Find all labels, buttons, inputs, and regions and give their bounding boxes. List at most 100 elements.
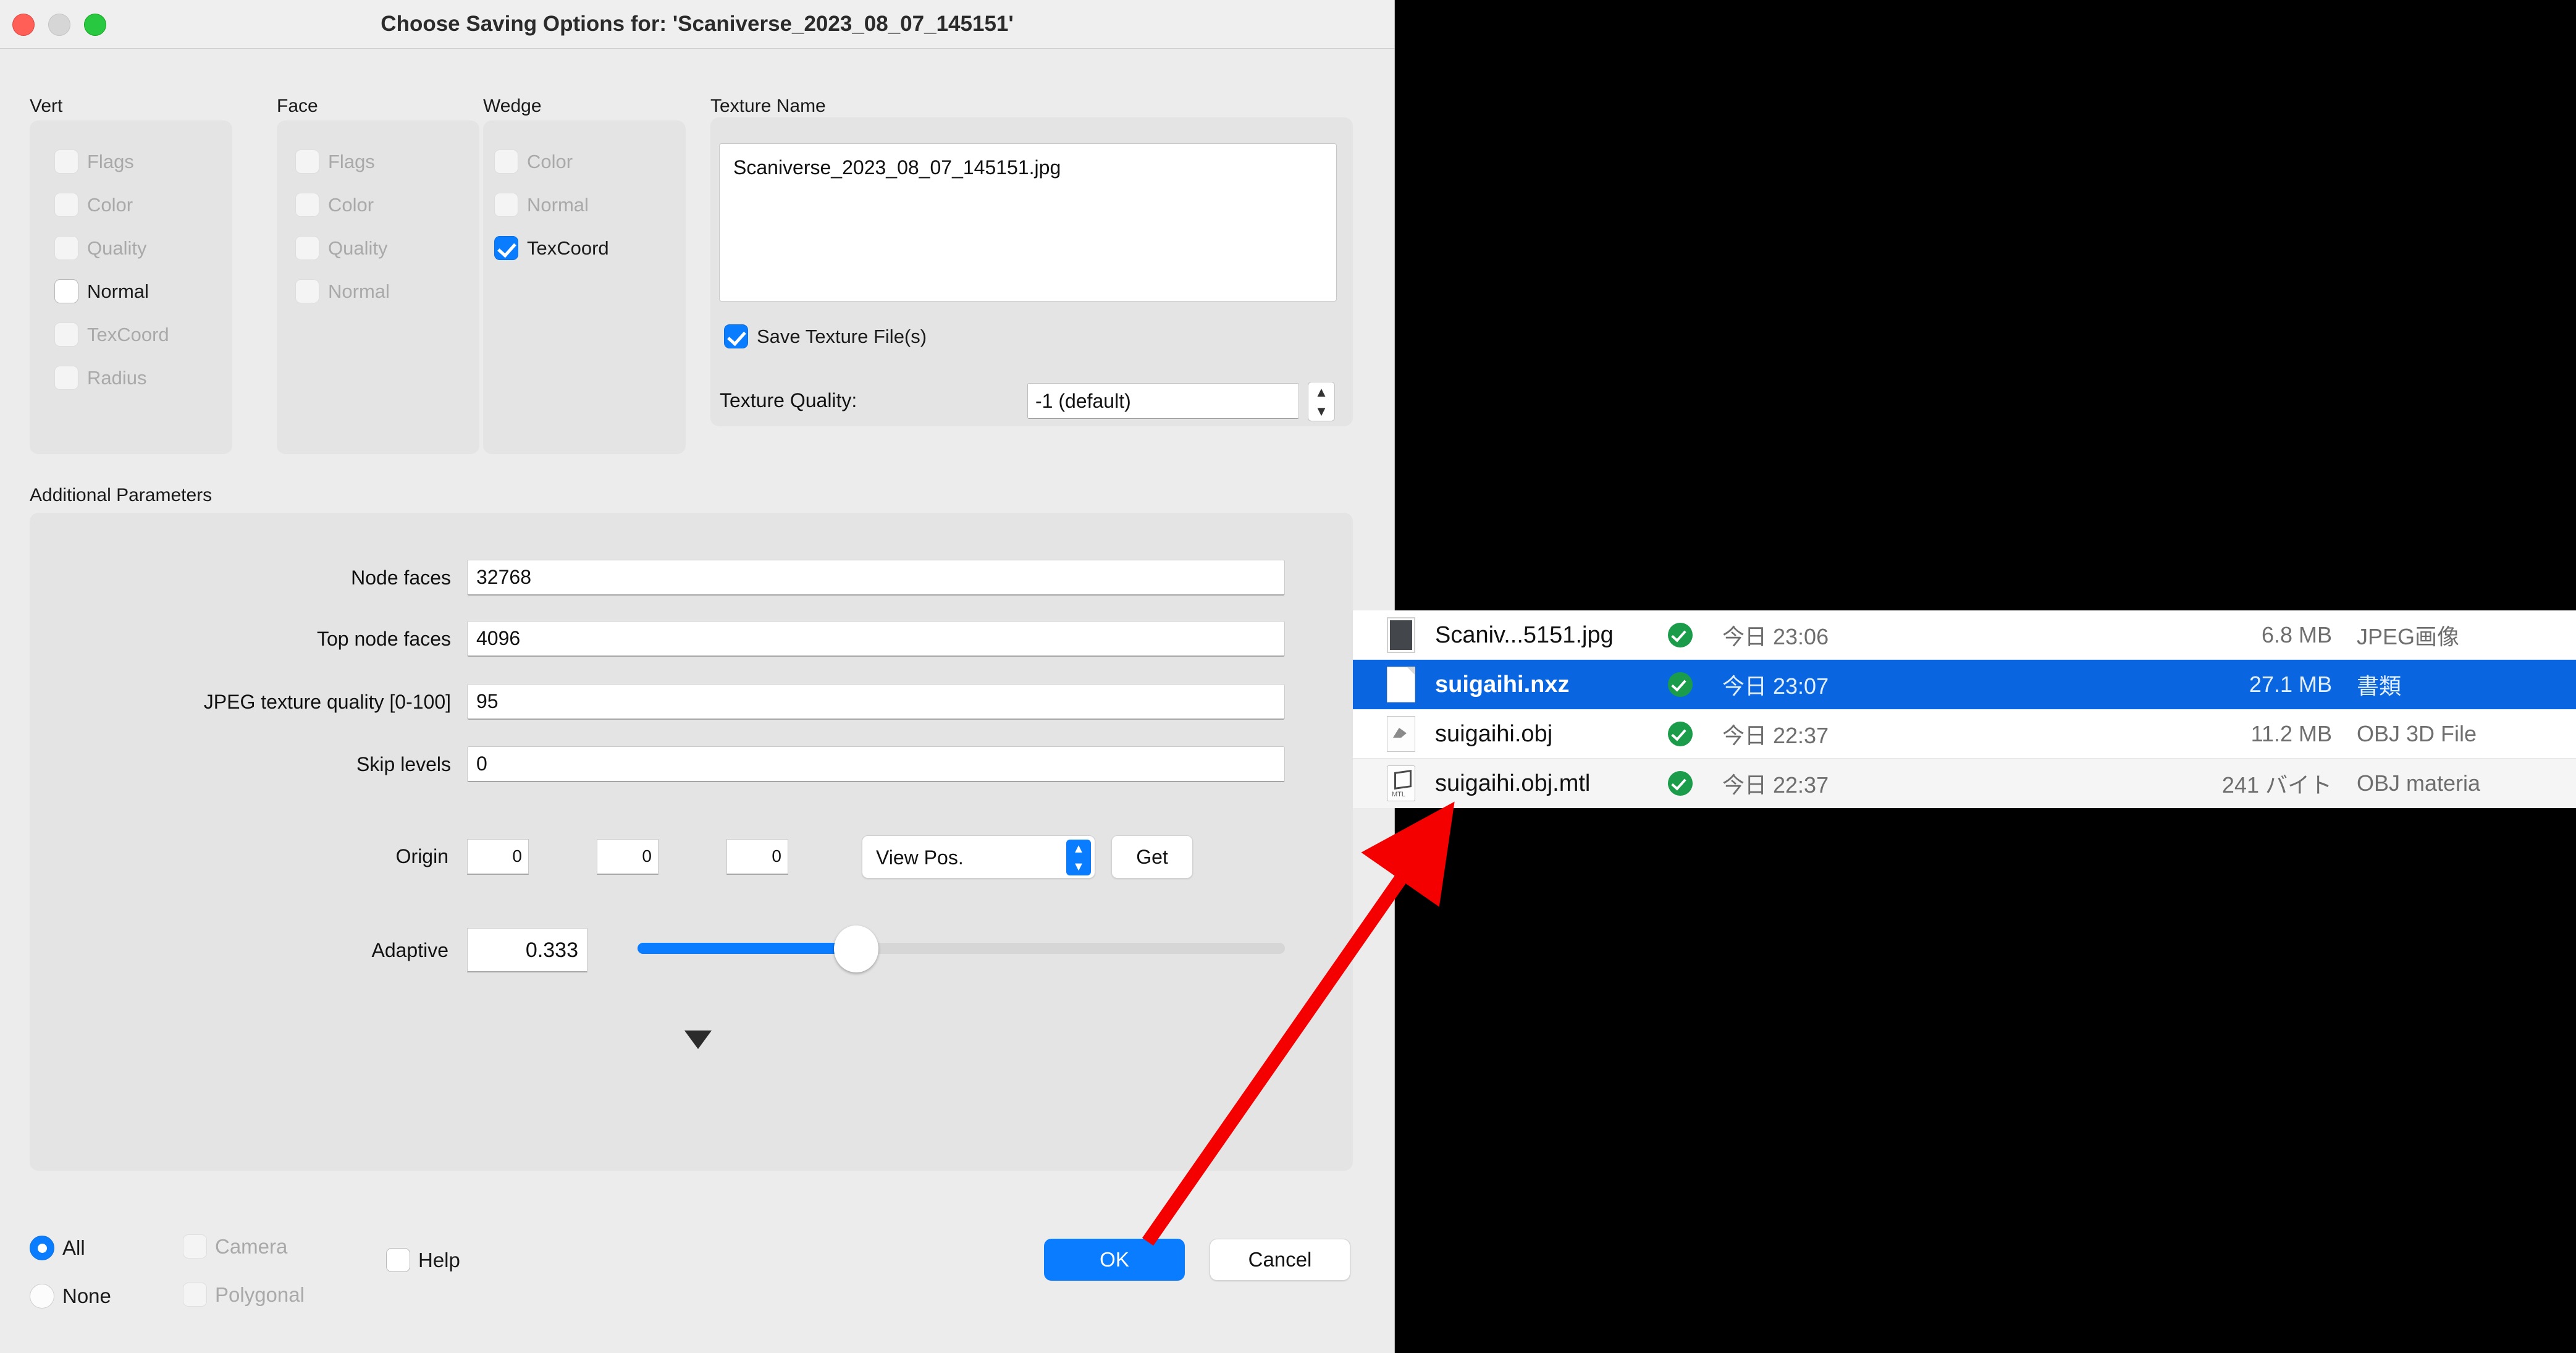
checkbox-box[interactable]	[494, 193, 518, 217]
icloud-synced-icon	[1668, 722, 1693, 746]
ok-button[interactable]: OK	[1044, 1239, 1185, 1281]
group-label-additional-parameters: Additional Parameters	[30, 485, 213, 505]
file-name: suigaihi.obj.mtl	[1435, 770, 1591, 796]
chevron-up-icon[interactable]: ▲	[1315, 385, 1328, 399]
checkbox-vert-normal[interactable]: Normal	[54, 279, 149, 303]
file-name: suigaihi.nxz	[1435, 671, 1570, 698]
checkbox-vert-flags[interactable]: Flags	[54, 150, 134, 174]
texture-name-value: Scaniverse_2023_08_07_145151.jpg	[733, 156, 1061, 179]
adaptive-slider-track[interactable]	[638, 943, 1285, 954]
checkbox-vert-radius[interactable]: Radius	[54, 366, 147, 390]
checkbox-box[interactable]	[386, 1248, 410, 1272]
disclosure-triangle-icon[interactable]	[684, 1031, 712, 1049]
checkbox-box[interactable]	[54, 150, 78, 174]
checkbox-save-texture-files[interactable]: Save Texture File(s)	[724, 324, 927, 348]
param-row-skip-levels: Skip levels 0	[0, 746, 1285, 782]
table-row[interactable]: Scaniv...5151.jpg 今日 23:06 6.8 MB JPEG画像	[1353, 610, 2576, 660]
texture-name-textarea[interactable]: Scaniverse_2023_08_07_145151.jpg	[719, 143, 1337, 301]
checkbox-box[interactable]	[295, 150, 319, 174]
window-title: Choose Saving Options for: 'Scaniverse_2…	[381, 12, 1014, 36]
checkbox-box[interactable]	[54, 366, 78, 390]
checkbox-label: Save Texture File(s)	[757, 325, 927, 347]
checkbox-wedge-color[interactable]: Color	[494, 150, 573, 174]
checkbox-box[interactable]	[54, 322, 78, 347]
table-row[interactable]: MTL suigaihi.obj.mtl 今日 22:37 241 バイト OB…	[1353, 759, 2576, 808]
param-label: Skip levels	[356, 753, 451, 775]
texture-quality-label: Texture Quality:	[720, 389, 857, 411]
checkbox-box[interactable]	[54, 279, 78, 303]
checkbox-help[interactable]: Help	[386, 1248, 460, 1272]
checkbox-vert-color[interactable]: Color	[54, 193, 133, 217]
checkbox-vert-texcoord[interactable]: TexCoord	[54, 322, 169, 347]
top-node-faces-input[interactable]: 4096	[467, 621, 1285, 657]
table-row[interactable]: suigaihi.nxz 今日 23:07 27.1 MB 書類	[1353, 660, 2576, 709]
checkbox-box-checked[interactable]	[724, 324, 748, 348]
checkbox-face-quality[interactable]: Quality	[295, 236, 387, 260]
file-size: 27.1 MB	[2249, 672, 2332, 697]
save-options-dialog: Choose Saving Options for: 'Scaniverse_2…	[0, 0, 1395, 1353]
icloud-synced-icon	[1668, 623, 1693, 647]
checkbox-label: Camera	[215, 1234, 288, 1258]
radio-button[interactable]	[30, 1284, 54, 1309]
radio-button-selected[interactable]	[30, 1236, 54, 1260]
checkbox-label: Radius	[87, 366, 147, 389]
radio-none[interactable]: None	[30, 1284, 111, 1309]
checkbox-polygonal[interactable]: Polygonal	[183, 1283, 305, 1307]
checkbox-box[interactable]	[183, 1234, 207, 1258]
origin-x-input[interactable]: 0	[467, 839, 529, 875]
checkbox-label: Quality	[87, 237, 147, 259]
checkbox-box-checked[interactable]	[494, 236, 518, 260]
chevron-down-glyph: ▼	[1072, 859, 1085, 874]
checkbox-face-color[interactable]: Color	[295, 193, 374, 217]
checkbox-face-normal[interactable]: Normal	[295, 279, 390, 303]
origin-y-input[interactable]: 0	[597, 839, 659, 875]
texture-quality-stepper[interactable]: ▲ ▼	[1308, 382, 1335, 421]
param-value: 0	[476, 752, 487, 775]
chevron-up-glyph: ▲	[1072, 841, 1085, 856]
checkbox-label: Normal	[328, 280, 390, 302]
checkbox-face-flags[interactable]: Flags	[295, 150, 375, 174]
checkbox-label: TexCoord	[527, 237, 609, 259]
file-date: 今日 22:37	[1722, 772, 1829, 798]
finder-file-list: Scaniv...5151.jpg 今日 23:06 6.8 MB JPEG画像…	[1353, 610, 2576, 808]
param-value: 32768	[476, 566, 531, 588]
checkbox-box[interactable]	[295, 193, 319, 217]
table-row[interactable]: suigaihi.obj 今日 22:37 11.2 MB OBJ 3D Fil…	[1353, 709, 2576, 759]
chevron-down-icon[interactable]: ▼	[1315, 404, 1328, 418]
chevron-up-down-icon[interactable]: ▲ ▼	[1066, 840, 1091, 875]
checkbox-wedge-texcoord[interactable]: TexCoord	[494, 236, 609, 260]
checkbox-box[interactable]	[494, 150, 518, 174]
adaptive-label: Adaptive	[371, 939, 448, 961]
adaptive-input[interactable]: 0.333	[467, 928, 587, 972]
radio-label: All	[62, 1236, 85, 1259]
origin-mode-select[interactable]: View Pos. ▲ ▼	[862, 835, 1095, 879]
skip-levels-input[interactable]: 0	[467, 746, 1285, 782]
adaptive-slider-fill	[638, 943, 857, 954]
file-name: suigaihi.obj	[1435, 720, 1553, 747]
checkbox-wedge-normal[interactable]: Normal	[494, 193, 589, 217]
origin-y-value: 0	[642, 846, 652, 866]
texture-quality-input[interactable]: -1 (default)	[1027, 383, 1299, 419]
checkbox-box[interactable]	[183, 1283, 207, 1307]
checkbox-box[interactable]	[54, 236, 78, 260]
checkbox-box[interactable]	[295, 236, 319, 260]
checkbox-box[interactable]	[54, 193, 78, 217]
checkbox-vert-quality[interactable]: Quality	[54, 236, 146, 260]
icloud-synced-icon	[1668, 672, 1693, 697]
param-value: 4096	[476, 627, 521, 649]
jpeg-texture-quality-input[interactable]: 95	[467, 684, 1285, 720]
checkbox-box[interactable]	[295, 279, 319, 303]
checkbox-label: Color	[527, 150, 573, 172]
get-button[interactable]: Get	[1111, 835, 1193, 879]
adaptive-slider-handle[interactable]	[834, 925, 878, 972]
param-value: 95	[476, 690, 499, 712]
radio-all[interactable]: All	[30, 1236, 85, 1260]
cancel-button[interactable]: Cancel	[1210, 1239, 1350, 1281]
checkbox-camera[interactable]: Camera	[183, 1234, 287, 1258]
node-faces-input[interactable]: 32768	[467, 560, 1285, 596]
origin-z-input[interactable]: 0	[726, 839, 788, 875]
param-row-node-faces: Node faces 32768	[0, 560, 1285, 596]
file-name: Scaniv...5151.jpg	[1435, 622, 1614, 648]
param-row-top-node-faces: Top node faces 4096	[0, 621, 1285, 657]
origin-x-value: 0	[512, 846, 522, 866]
